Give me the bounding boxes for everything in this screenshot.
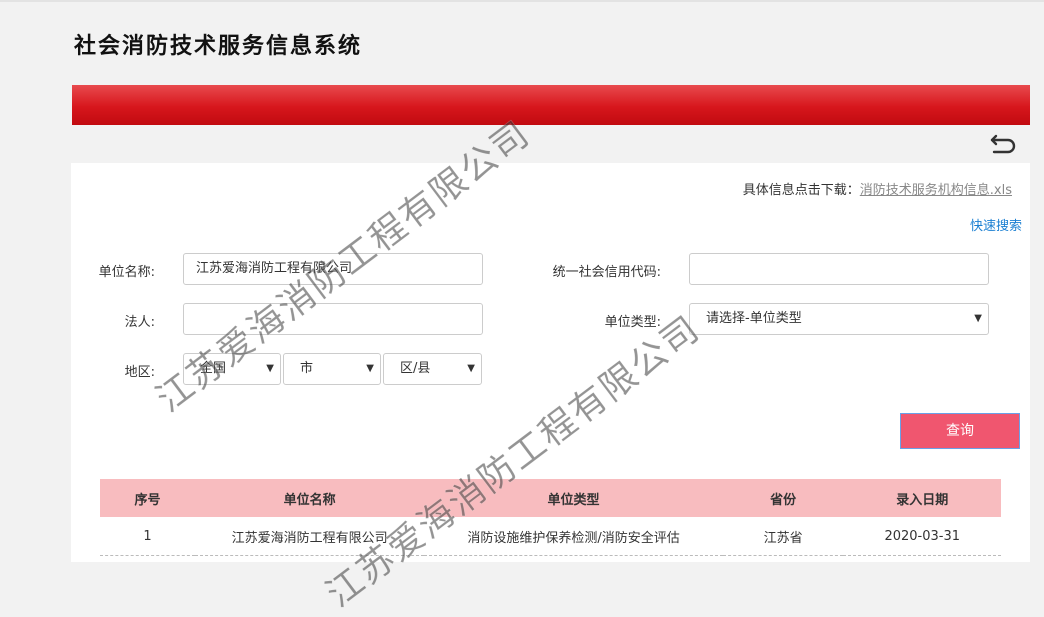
download-line: 具体信息点击下载：消防技术服务机构信息.xls <box>743 179 1012 198</box>
province-value: 全国 <box>200 361 227 376</box>
column-header: 省份 <box>722 479 844 517</box>
district-value: 区/县 <box>400 361 431 376</box>
unit-type-label: 单位类型: <box>604 315 661 330</box>
column-header: 单位名称 <box>194 479 425 517</box>
city-value: 市 <box>300 361 314 376</box>
table-cell: 江苏省 <box>722 517 844 556</box>
download-prefix: 具体信息点击下载： <box>742 183 860 198</box>
column-header: 单位类型 <box>424 479 723 517</box>
top-divider <box>0 0 1044 2</box>
unit-type-select[interactable]: 请选择-单位类型 ▼ <box>689 303 989 335</box>
province-select[interactable]: 全国 ▼ <box>183 353 281 385</box>
credit-code-label: 统一社会信用代码: <box>552 265 661 280</box>
column-header: 序号 <box>100 479 195 517</box>
column-header: 录入日期 <box>843 479 1001 517</box>
table-cell: 消防设施维护保养检测/消防安全评估 <box>424 517 723 556</box>
unit-type-value: 请选择-单位类型 <box>706 311 802 326</box>
chevron-down-icon: ▼ <box>266 363 274 374</box>
table-row[interactable]: 1 江苏爱海消防工程有限公司 消防设施维护保养检测/消防安全评估 江苏省 202… <box>100 517 1001 556</box>
unit-name-input[interactable]: 江苏爱海消防工程有限公司 <box>183 253 483 285</box>
back-arrow-icon[interactable] <box>988 130 1018 158</box>
unit-name-label: 单位名称: <box>98 265 155 280</box>
chevron-down-icon: ▼ <box>467 363 475 374</box>
chevron-down-icon: ▼ <box>974 313 982 324</box>
table-cell: 2020-03-31 <box>843 517 1001 556</box>
table-cell: 1 <box>100 517 195 556</box>
search-panel: 具体信息点击下载：消防技术服务机构信息.xls 快速搜索 单位名称: 江苏爱海消… <box>71 163 1030 562</box>
table-cell: 江苏爱海消防工程有限公司 <box>194 517 425 556</box>
header-banner <box>72 85 1030 125</box>
region-label: 地区: <box>124 365 155 380</box>
legal-person-label: 法人: <box>124 315 155 330</box>
chevron-down-icon: ▼ <box>366 363 374 374</box>
city-select[interactable]: 市 ▼ <box>283 353 381 385</box>
quick-search-link[interactable]: 快速搜索 <box>970 215 1022 234</box>
results-table: 序号 单位名称 单位类型 省份 录入日期 1 江苏爱海消防工程有限公司 消防设施… <box>100 479 1001 556</box>
query-button[interactable]: 查询 <box>900 413 1020 449</box>
legal-person-input[interactable] <box>183 303 483 335</box>
table-header-row: 序号 单位名称 单位类型 省份 录入日期 <box>100 479 1001 517</box>
download-link[interactable]: 消防技术服务机构信息.xls <box>860 183 1012 198</box>
district-select[interactable]: 区/县 ▼ <box>383 353 482 385</box>
page-title: 社会消防技术服务信息系统 <box>74 33 363 59</box>
credit-code-input[interactable] <box>689 253 989 285</box>
